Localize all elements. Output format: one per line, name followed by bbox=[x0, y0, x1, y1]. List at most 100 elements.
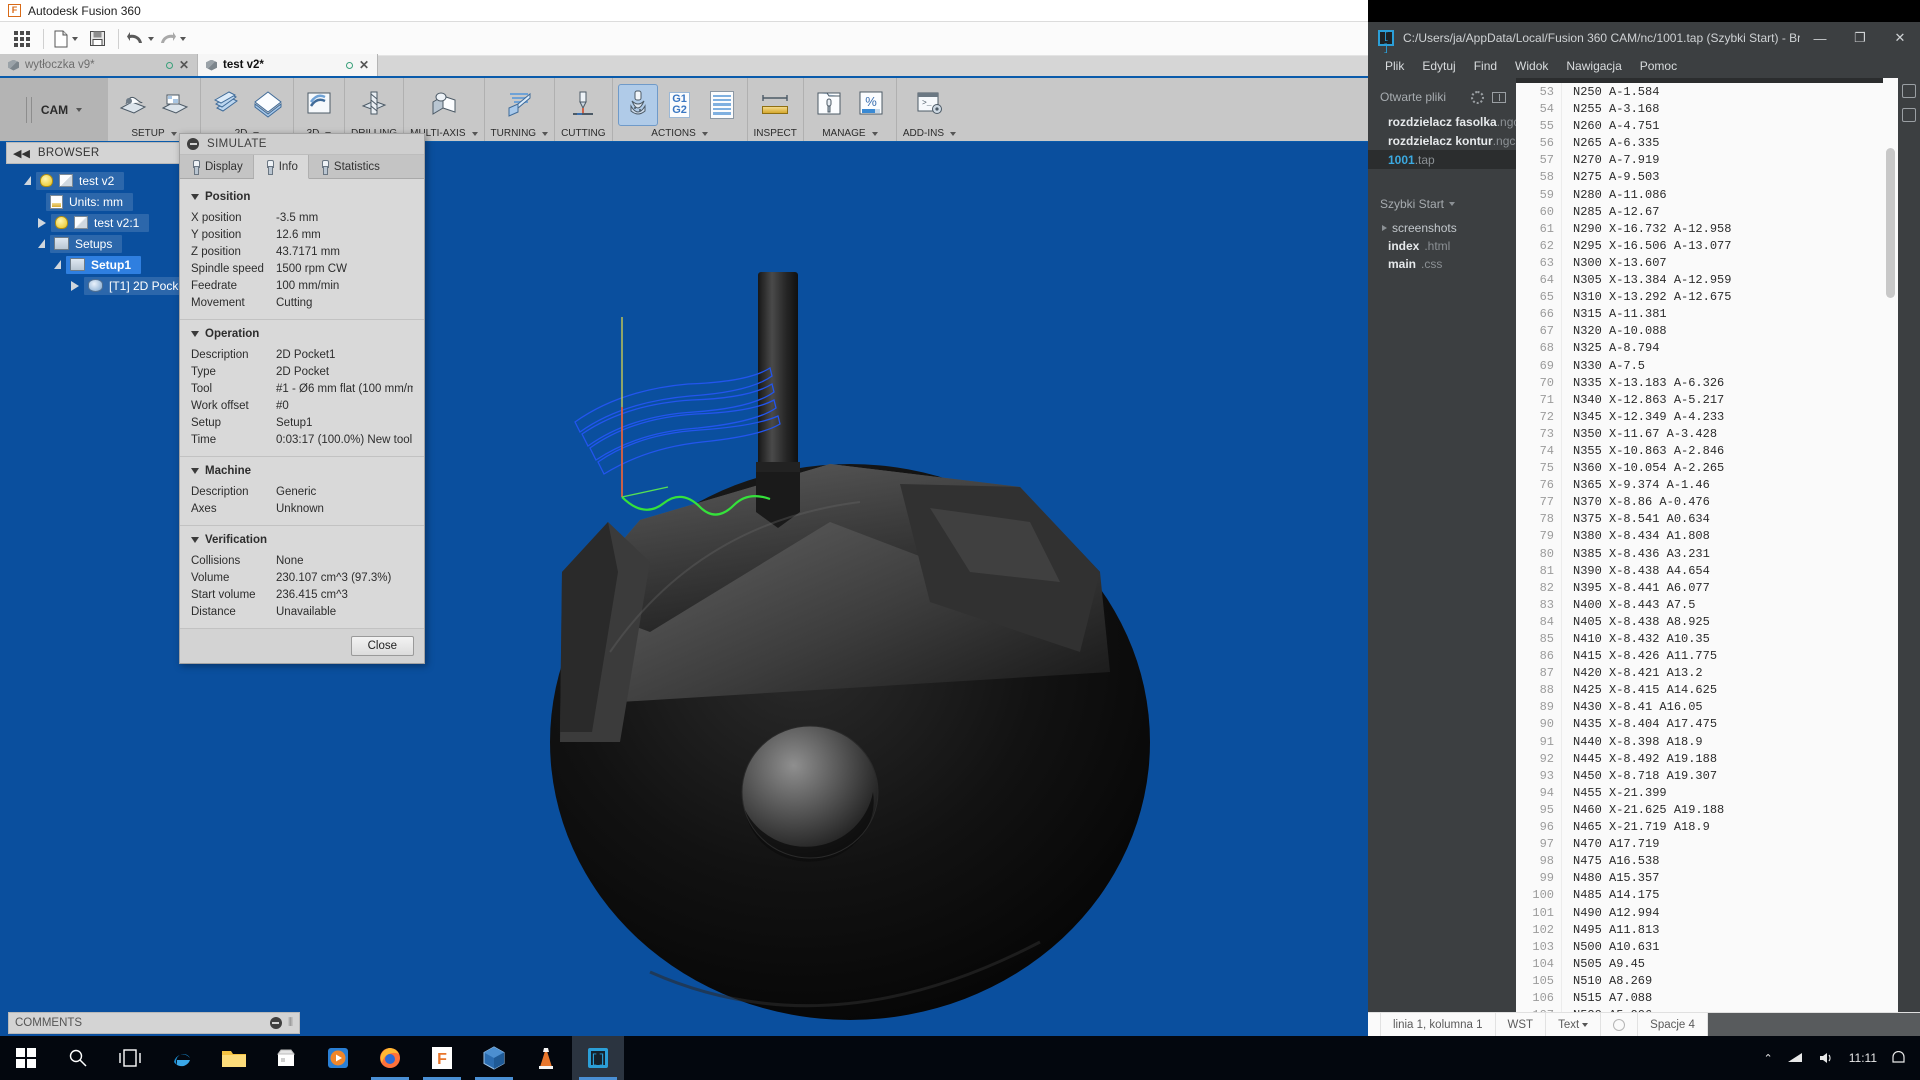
split-view-icon[interactable] bbox=[1492, 91, 1506, 103]
addins-button[interactable]: >_ bbox=[910, 85, 948, 125]
lightbulb-icon-0[interactable] bbox=[40, 174, 53, 187]
cutting-button[interactable] bbox=[564, 85, 602, 125]
ribbon-group-addins-label[interactable]: ADD-INS bbox=[903, 128, 956, 139]
redo-button[interactable] bbox=[157, 25, 187, 53]
code-line[interactable]: N485 A14.175 bbox=[1573, 887, 1883, 904]
code-line[interactable]: N480 A15.357 bbox=[1573, 870, 1883, 887]
search-button[interactable] bbox=[52, 1036, 104, 1080]
simulate-button[interactable] bbox=[617, 83, 658, 126]
percent-button[interactable]: % bbox=[852, 85, 890, 125]
project-header[interactable]: Szybki Start bbox=[1368, 193, 1516, 219]
code-line[interactable]: N330 A-7.5 bbox=[1573, 358, 1883, 375]
ribbon-group-actions-label[interactable]: ACTIONS bbox=[651, 128, 708, 139]
task-view-button[interactable] bbox=[104, 1036, 156, 1080]
code-line[interactable]: N475 A16.538 bbox=[1573, 853, 1883, 870]
circle-minus-icon-sim[interactable] bbox=[187, 138, 199, 150]
code-line[interactable]: N435 X-8.404 A17.475 bbox=[1573, 716, 1883, 733]
firefox-button[interactable] bbox=[364, 1036, 416, 1080]
menu-pomoc[interactable]: Pomoc bbox=[1631, 56, 1686, 76]
menu-widok[interactable]: Widok bbox=[1506, 56, 1557, 76]
comments-panel[interactable]: COMMENTS ⦀ bbox=[8, 1012, 300, 1034]
menu-edytuj[interactable]: Edytuj bbox=[1413, 56, 1464, 76]
tree-chip-1[interactable]: Units: mm bbox=[46, 192, 133, 211]
code-editor[interactable]: 53 54 55 56 57 58 59 60 61 62 63 64 65 66 67 68 69 70 71 72… bbox=[1516, 78, 1898, 1012]
code-line[interactable]: N340 X-12.863 A-5.217 bbox=[1573, 392, 1883, 409]
setup-button[interactable] bbox=[114, 85, 152, 125]
circle-minus-icon-comments[interactable] bbox=[269, 1017, 282, 1029]
code-line[interactable]: N300 X-13.607 bbox=[1573, 255, 1883, 272]
minimize-button[interactable]: — bbox=[1800, 22, 1840, 54]
code-line[interactable]: N455 X-21.399 bbox=[1573, 785, 1883, 802]
ribbon-group-inspect-label[interactable]: INSPECT bbox=[754, 128, 797, 139]
chevron-up-icon[interactable]: ⌃ bbox=[1764, 1052, 1773, 1065]
code-line[interactable]: N490 A12.994 bbox=[1573, 905, 1883, 922]
code-line[interactable]: N470 A17.719 bbox=[1573, 836, 1883, 853]
file-explorer-button[interactable] bbox=[208, 1036, 260, 1080]
section-position-header[interactable]: Position bbox=[180, 187, 424, 209]
lint-status[interactable] bbox=[1601, 1012, 1639, 1037]
code-line[interactable]: N305 X-13.384 A-12.959 bbox=[1573, 272, 1883, 289]
close-tab-icon-0[interactable]: ✕ bbox=[179, 58, 189, 72]
tree-chip-0[interactable]: test v2 bbox=[36, 171, 125, 190]
code-line[interactable]: N405 X-8.438 A8.925 bbox=[1573, 614, 1883, 631]
media-player-button[interactable] bbox=[312, 1036, 364, 1080]
ribbon-group-cutting-label[interactable]: CUTTING bbox=[561, 128, 605, 139]
multiaxis-button[interactable] bbox=[425, 85, 463, 125]
code-line[interactable]: N320 A-10.088 bbox=[1573, 323, 1883, 340]
slicer-button[interactable] bbox=[468, 1036, 520, 1080]
code-line[interactable]: N500 A10.631 bbox=[1573, 939, 1883, 956]
code-line[interactable]: N510 A8.269 bbox=[1573, 973, 1883, 990]
tray-time[interactable]: 11:11 bbox=[1849, 1051, 1877, 1065]
scrollbar-thumb[interactable] bbox=[1886, 148, 1895, 298]
triangle-right-icon[interactable] bbox=[1382, 225, 1387, 231]
tab-statistics[interactable]: Statistics bbox=[309, 155, 390, 178]
section-machine-header[interactable]: Machine bbox=[180, 461, 424, 483]
lightbulb-icon-2[interactable] bbox=[55, 216, 68, 229]
edge-button[interactable] bbox=[156, 1036, 208, 1080]
project-folder-screenshots[interactable]: screenshots bbox=[1368, 219, 1516, 237]
code-line[interactable]: N520 A5.906 bbox=[1573, 1007, 1883, 1012]
code-line[interactable]: N495 A11.813 bbox=[1573, 922, 1883, 939]
close-button[interactable]: Close bbox=[350, 636, 414, 656]
undo-button[interactable] bbox=[125, 25, 155, 53]
editor-scrollbar[interactable] bbox=[1883, 78, 1898, 1012]
project-file-main[interactable]: main .css bbox=[1368, 255, 1516, 273]
maximize-button[interactable]: ❐ bbox=[1840, 22, 1880, 54]
start-button[interactable] bbox=[0, 1036, 52, 1080]
code-line[interactable]: N390 X-8.438 A4.654 bbox=[1573, 563, 1883, 580]
code-line[interactable]: N360 X-10.054 A-2.265 bbox=[1573, 460, 1883, 477]
code-line[interactable]: N365 X-9.374 A-1.46 bbox=[1573, 477, 1883, 494]
tree-chip-4[interactable]: Setup1 bbox=[66, 255, 142, 274]
ribbon-group-manage-label[interactable]: MANAGE bbox=[822, 128, 878, 139]
project-file-index[interactable]: index .html bbox=[1368, 237, 1516, 255]
app-grid-button[interactable] bbox=[7, 25, 37, 53]
post-process-button[interactable]: G1 G2 bbox=[661, 85, 699, 125]
code-line[interactable]: N400 X-8.443 A7.5 bbox=[1573, 597, 1883, 614]
document-tab-0[interactable]: wytłoczka v9* ✕ bbox=[0, 54, 198, 76]
language-selector[interactable]: Text bbox=[1546, 1012, 1602, 1037]
expand-arrow-icon-4[interactable] bbox=[54, 260, 61, 269]
code-line[interactable]: N380 X-8.434 A1.808 bbox=[1573, 528, 1883, 545]
code-line[interactable]: N425 X-8.415 A14.625 bbox=[1573, 682, 1883, 699]
code-line[interactable]: N410 X-8.432 A10.35 bbox=[1573, 631, 1883, 648]
code-line[interactable]: N350 X-11.67 A-3.428 bbox=[1573, 426, 1883, 443]
cursor-position[interactable]: linia 1, kolumna 1 bbox=[1380, 1012, 1496, 1037]
extension-manager-icon[interactable] bbox=[1902, 108, 1916, 122]
code-line[interactable]: N295 X-16.506 A-13.077 bbox=[1573, 238, 1883, 255]
setup-sheet-button[interactable] bbox=[703, 85, 741, 125]
fusion360-button[interactable]: F bbox=[416, 1036, 468, 1080]
new-file-button[interactable] bbox=[50, 25, 80, 53]
code-line[interactable]: N370 X-8.86 A-0.476 bbox=[1573, 494, 1883, 511]
expand-arrow-icon-5[interactable] bbox=[71, 280, 79, 291]
adaptive-3d-button[interactable] bbox=[300, 85, 338, 125]
code-line[interactable]: N420 X-8.421 A13.2 bbox=[1573, 665, 1883, 682]
code-line[interactable]: N465 X-21.719 A18.9 bbox=[1573, 819, 1883, 836]
code-line[interactable]: N270 A-7.919 bbox=[1573, 152, 1883, 169]
vlc-button[interactable] bbox=[520, 1036, 572, 1080]
code-content[interactable]: N250 A-1.584 N255 A-3.168 N260 A-4.751 N265… bbox=[1562, 78, 1883, 1012]
setup-folder-button[interactable] bbox=[156, 85, 194, 125]
tool-library-button[interactable] bbox=[810, 85, 848, 125]
code-line[interactable]: N275 A-9.503 bbox=[1573, 169, 1883, 186]
ribbon-group-setup-label[interactable]: SETUP bbox=[131, 128, 177, 139]
code-line[interactable]: N440 X-8.398 A18.9 bbox=[1573, 734, 1883, 751]
